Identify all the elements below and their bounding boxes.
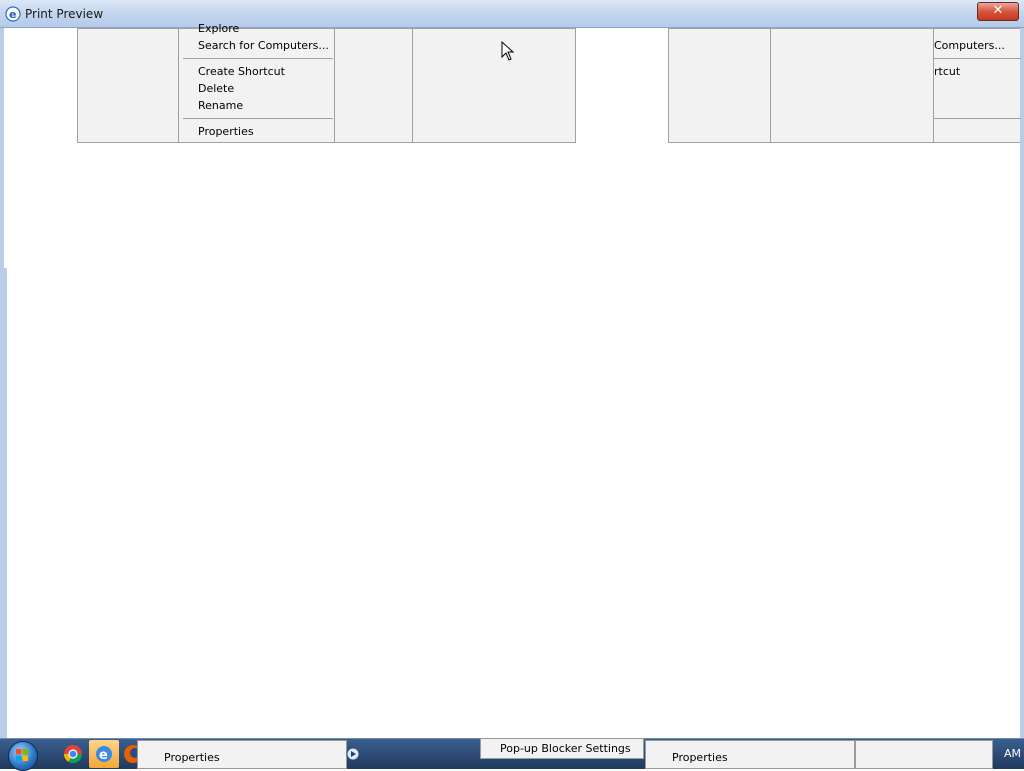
page-panel-1 xyxy=(77,28,179,143)
page-panel-5 xyxy=(770,28,934,143)
clock[interactable]: AM xyxy=(1004,747,1021,760)
svg-text:e: e xyxy=(9,8,16,21)
taskbar-popup-extra xyxy=(855,740,993,769)
windows-logo-icon xyxy=(16,749,28,761)
taskbar-popup-left: Properties xyxy=(137,740,347,769)
ie-icon: e xyxy=(96,746,112,763)
menu-item-create-shortcut[interactable]: rtcut xyxy=(934,65,960,78)
menu-separator xyxy=(934,58,1021,59)
frame-edge xyxy=(4,268,7,738)
chrome-icon[interactable] xyxy=(63,744,83,764)
taskbar: e Properties Pop-up Blocker Settings Pro… xyxy=(0,738,1024,771)
menu-separator xyxy=(183,118,333,119)
menu-separator xyxy=(183,58,333,59)
context-menu-right: Computers... rtcut xyxy=(933,28,1021,143)
popup-blocker-item[interactable]: Pop-up Blocker Settings xyxy=(480,738,644,759)
page-panel-4 xyxy=(668,28,771,143)
page-panel-2 xyxy=(334,28,413,143)
taskbar-popup-right: Properties xyxy=(645,740,855,769)
menu-item-create-shortcut[interactable]: Create Shortcut xyxy=(198,65,285,78)
menu-item-explore[interactable]: Explore xyxy=(198,22,239,35)
properties-label[interactable]: Properties xyxy=(164,751,220,764)
menu-separator xyxy=(934,118,1021,119)
context-menu-left: Explore Search for Computers... Create S… xyxy=(178,22,335,143)
popup-blocker-label: Pop-up Blocker Settings xyxy=(500,742,631,755)
preview-area: Explore Search for Computers... Create S… xyxy=(0,22,1024,738)
close-button[interactable]: ✕ xyxy=(977,2,1019,21)
menu-item-search-computers[interactable]: Computers... xyxy=(934,39,1005,52)
menu-item-search-computers[interactable]: Search for Computers... xyxy=(198,39,329,52)
properties-label[interactable]: Properties xyxy=(672,751,728,764)
menu-item-delete[interactable]: Delete xyxy=(198,82,234,95)
media-player-icon[interactable] xyxy=(346,747,360,761)
menu-item-properties[interactable]: Properties xyxy=(198,125,254,138)
mouse-cursor-icon xyxy=(501,41,515,61)
title-bar: e Print Preview ✕ xyxy=(0,0,1024,28)
menu-item-rename[interactable]: Rename xyxy=(198,99,243,112)
ie-icon: e xyxy=(5,6,21,22)
svg-text:e: e xyxy=(99,748,108,763)
window-title: Print Preview xyxy=(25,7,104,21)
page-panel-3 xyxy=(412,28,576,143)
